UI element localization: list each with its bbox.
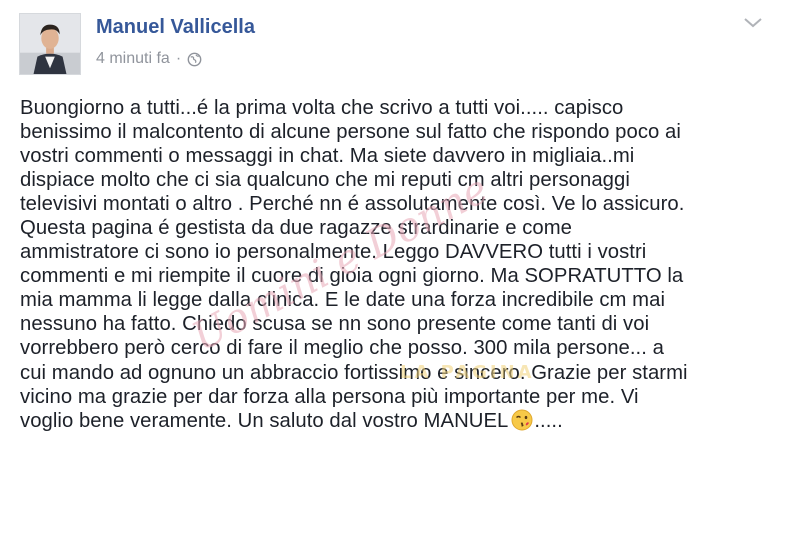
avatar[interactable] [19, 13, 81, 75]
message-line: vostri commenti o messaggi in chat. Ma s… [20, 145, 635, 168]
message-line: mia mamma li legge dalla clinica. E le d… [20, 289, 665, 312]
message-line: nessuno ha fatto. Chiedo scusa se nn son… [20, 313, 650, 336]
message-line: Buongiorno a tutti...é la prima volta ch… [20, 97, 624, 119]
message-line-text: voglio bene veramente. Un saluto dal vos… [20, 409, 509, 432]
profile-photo [20, 14, 80, 74]
post-message: Buongiorno a tutti...é la prima volta ch… [20, 96, 790, 433]
message-line: vorrebbero però cerco di fare il meglio … [20, 337, 664, 360]
message-line: dispiace molto che ci sia qualcuno che m… [20, 169, 630, 192]
message-line: Questa pagina é gestista da due ragazze … [20, 217, 572, 240]
chevron-down-icon[interactable] [741, 14, 765, 32]
meta-separator: · [175, 50, 182, 67]
message-line: ammistratore ci sono io personalmente. L… [20, 241, 647, 264]
message-line: benissimo il malcontento di alcune perso… [20, 121, 681, 144]
message-line-last: voglio bene veramente. Un saluto dal vos… [20, 409, 790, 433]
globe-icon[interactable] [187, 52, 202, 67]
message-line: commenti e mi riempite il cuore di gioia… [20, 265, 684, 288]
message-line: cui mando ad ognuno un abbraccio fortiss… [20, 361, 688, 384]
facebook-post: Manuel Vallicella 4 minuti fa · Buongior… [0, 0, 800, 540]
closing-dots: ..... [534, 409, 563, 432]
message-line: televisivi montati o altro . Perché nn é… [20, 193, 685, 216]
post-timestamp[interactable]: 4 minuti fa [96, 50, 170, 68]
author-name[interactable]: Manuel Vallicella [96, 16, 255, 39]
message-line: vicino ma grazie per dar forza alla pers… [20, 385, 639, 408]
kissing-wink-emoji-icon [511, 409, 533, 431]
post-meta: 4 minuti fa · [96, 50, 202, 68]
